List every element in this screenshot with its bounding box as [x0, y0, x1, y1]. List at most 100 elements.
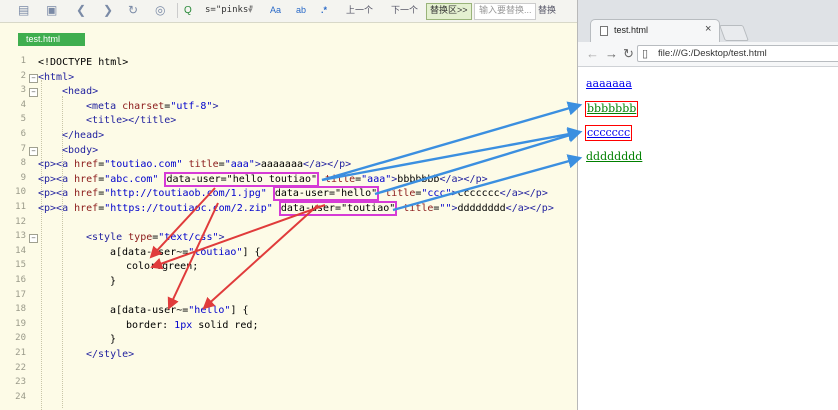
find-prev-button[interactable]: 上一个 — [346, 3, 373, 18]
code-line: <p><a href="http://toutiaob.com/1.jpg" d… — [38, 186, 548, 202]
regex-toggle[interactable]: .* — [321, 3, 327, 18]
code-token: title — [325, 173, 356, 185]
code-token: title — [385, 188, 416, 200]
line-number: 8 — [20, 158, 26, 169]
fold-toggle[interactable]: − — [29, 146, 38, 156]
forward-icon[interactable]: ❯ — [103, 3, 113, 18]
code-line: <title></title> — [86, 113, 176, 129]
match-case-toggle[interactable]: Aa — [270, 3, 281, 18]
code-token: <!DOCTYPE html> — [38, 57, 129, 68]
code-line: <meta charset="utf-8"> — [86, 99, 219, 115]
line-number: 4 — [20, 99, 26, 110]
fold-toggle[interactable]: − — [29, 73, 38, 83]
code-token: <head> — [62, 86, 99, 98]
address-bar[interactable]: ▯ file:///G:/Desktop/test.html — [637, 45, 838, 62]
file-page-icon: ▯ — [642, 48, 649, 60]
code-token: a[data-user~= — [110, 246, 189, 258]
code-token: border: — [126, 319, 175, 331]
code-line: <p><a href="https://toutiaoc.com/2.zip" … — [38, 201, 554, 217]
code-token: "hello" — [188, 305, 231, 317]
code-line: border: 1px solid red; — [126, 318, 258, 334]
code-line: <body> — [62, 143, 98, 159]
code-token: <p><a — [38, 173, 75, 185]
code-line: </head> — [62, 128, 104, 144]
code-line: <!DOCTYPE html> — [38, 55, 128, 71]
code-token: dddddddd — [457, 203, 506, 214]
fold-toggle[interactable]: − — [29, 234, 38, 244]
reload-icon[interactable]: ↻ — [623, 46, 634, 62]
code-editor[interactable]: ▤ ▣ ❮ ❯ ↻ ◎ Q s="pinks" ▾ Aa ab .* 上一个 下… — [0, 0, 577, 410]
replace-button[interactable]: 替换 — [538, 3, 556, 18]
code-line: <style type="text/css"> — [86, 230, 225, 246]
refresh-icon[interactable]: ↻ — [128, 3, 138, 18]
code-token: <html> — [38, 71, 75, 83]
line-number: 10 — [15, 187, 26, 198]
file-icon[interactable]: ▤ — [18, 3, 29, 18]
code-token: href — [74, 173, 99, 185]
line-number: 19 — [15, 318, 26, 329]
url-text: file:///G:/Desktop/test.html — [658, 48, 767, 59]
code-token: 1px — [174, 319, 193, 331]
code-token: title — [403, 203, 434, 214]
code-token: </a></p> — [303, 159, 352, 171]
code-token: "aaa" — [224, 159, 255, 171]
code-token: > — [218, 232, 225, 244]
link-bbb[interactable]: bbbbbbb — [585, 101, 639, 117]
find-next-button[interactable]: 下一个 — [391, 3, 418, 18]
code-token: } — [110, 334, 117, 346]
replace-area-button[interactable]: 替换区>> — [426, 3, 472, 20]
file-tab[interactable]: test.html — [18, 33, 85, 46]
code-token: type — [128, 232, 153, 244]
fold-toggle[interactable]: − — [29, 88, 38, 98]
code-token: "aaa" — [361, 173, 392, 185]
code-token: "toutiao.com" — [104, 159, 183, 171]
line-number: 14 — [15, 245, 26, 256]
highlighted-attribute: data-user="toutiao" — [278, 201, 398, 216]
back-icon[interactable]: ❮ — [76, 3, 86, 18]
code-token: "toutiao" — [188, 246, 243, 258]
find-input[interactable]: s="pinks" — [205, 3, 254, 18]
code-token: <meta — [86, 100, 123, 112]
code-token: href — [74, 188, 99, 200]
save-icon[interactable]: ▣ — [46, 3, 57, 18]
replace-input[interactable]: 输入要替换... — [474, 3, 536, 20]
back-arrow-icon[interactable]: ← — [586, 46, 599, 62]
line-number: 11 — [15, 202, 26, 212]
browser-tab[interactable]: test.html × — [590, 19, 720, 42]
line-number: 3 — [20, 85, 26, 96]
whole-word-toggle[interactable]: ab — [296, 3, 306, 18]
code-line: <p><a href="toutiao.com" title="aaa">aaa… — [38, 157, 351, 173]
new-tab-button[interactable] — [719, 25, 749, 41]
chevron-down-icon[interactable]: ▾ — [248, 3, 253, 18]
line-number: 23 — [15, 377, 26, 388]
link-ccc[interactable]: ccccccc — [585, 125, 633, 141]
code-token: href — [74, 159, 99, 171]
code-token: </head> — [62, 130, 105, 141]
close-icon[interactable]: × — [705, 23, 711, 35]
line-number: 21 — [15, 348, 26, 358]
forward-arrow-icon[interactable]: → — [605, 46, 618, 62]
line-number: 1 — [20, 56, 26, 66]
line-number: 7 — [20, 143, 26, 154]
find-icon: Q — [184, 5, 192, 16]
code-token: bbbbbbb — [397, 173, 440, 185]
code-line: a[data-user~="hello"] { — [110, 303, 249, 319]
code-token: solid red; — [192, 319, 259, 331]
target-icon[interactable]: ◎ — [155, 3, 165, 18]
code-line: </style> — [86, 347, 134, 363]
code-line: <p><a href="abc.com" data-user="hello to… — [38, 171, 488, 188]
code-token: <title></title> — [86, 115, 177, 127]
link-aaa[interactable]: aaaaaaa — [586, 77, 632, 91]
code-token: <style — [86, 232, 129, 244]
code-line: color:green; — [126, 259, 198, 275]
link-ddd[interactable]: dddddddd — [586, 150, 642, 164]
code-token: aaaaaaa — [260, 159, 303, 171]
line-number: 2 — [20, 70, 26, 81]
code-token: <p><a — [38, 203, 75, 214]
line-number: 20 — [15, 333, 26, 344]
page-icon — [600, 26, 608, 36]
code-token: "https://toutiaoc.com/2.zip" — [104, 203, 273, 214]
code-token: "ccc" — [421, 188, 452, 200]
code-token: title — [188, 159, 219, 171]
line-number: 18 — [15, 304, 26, 315]
